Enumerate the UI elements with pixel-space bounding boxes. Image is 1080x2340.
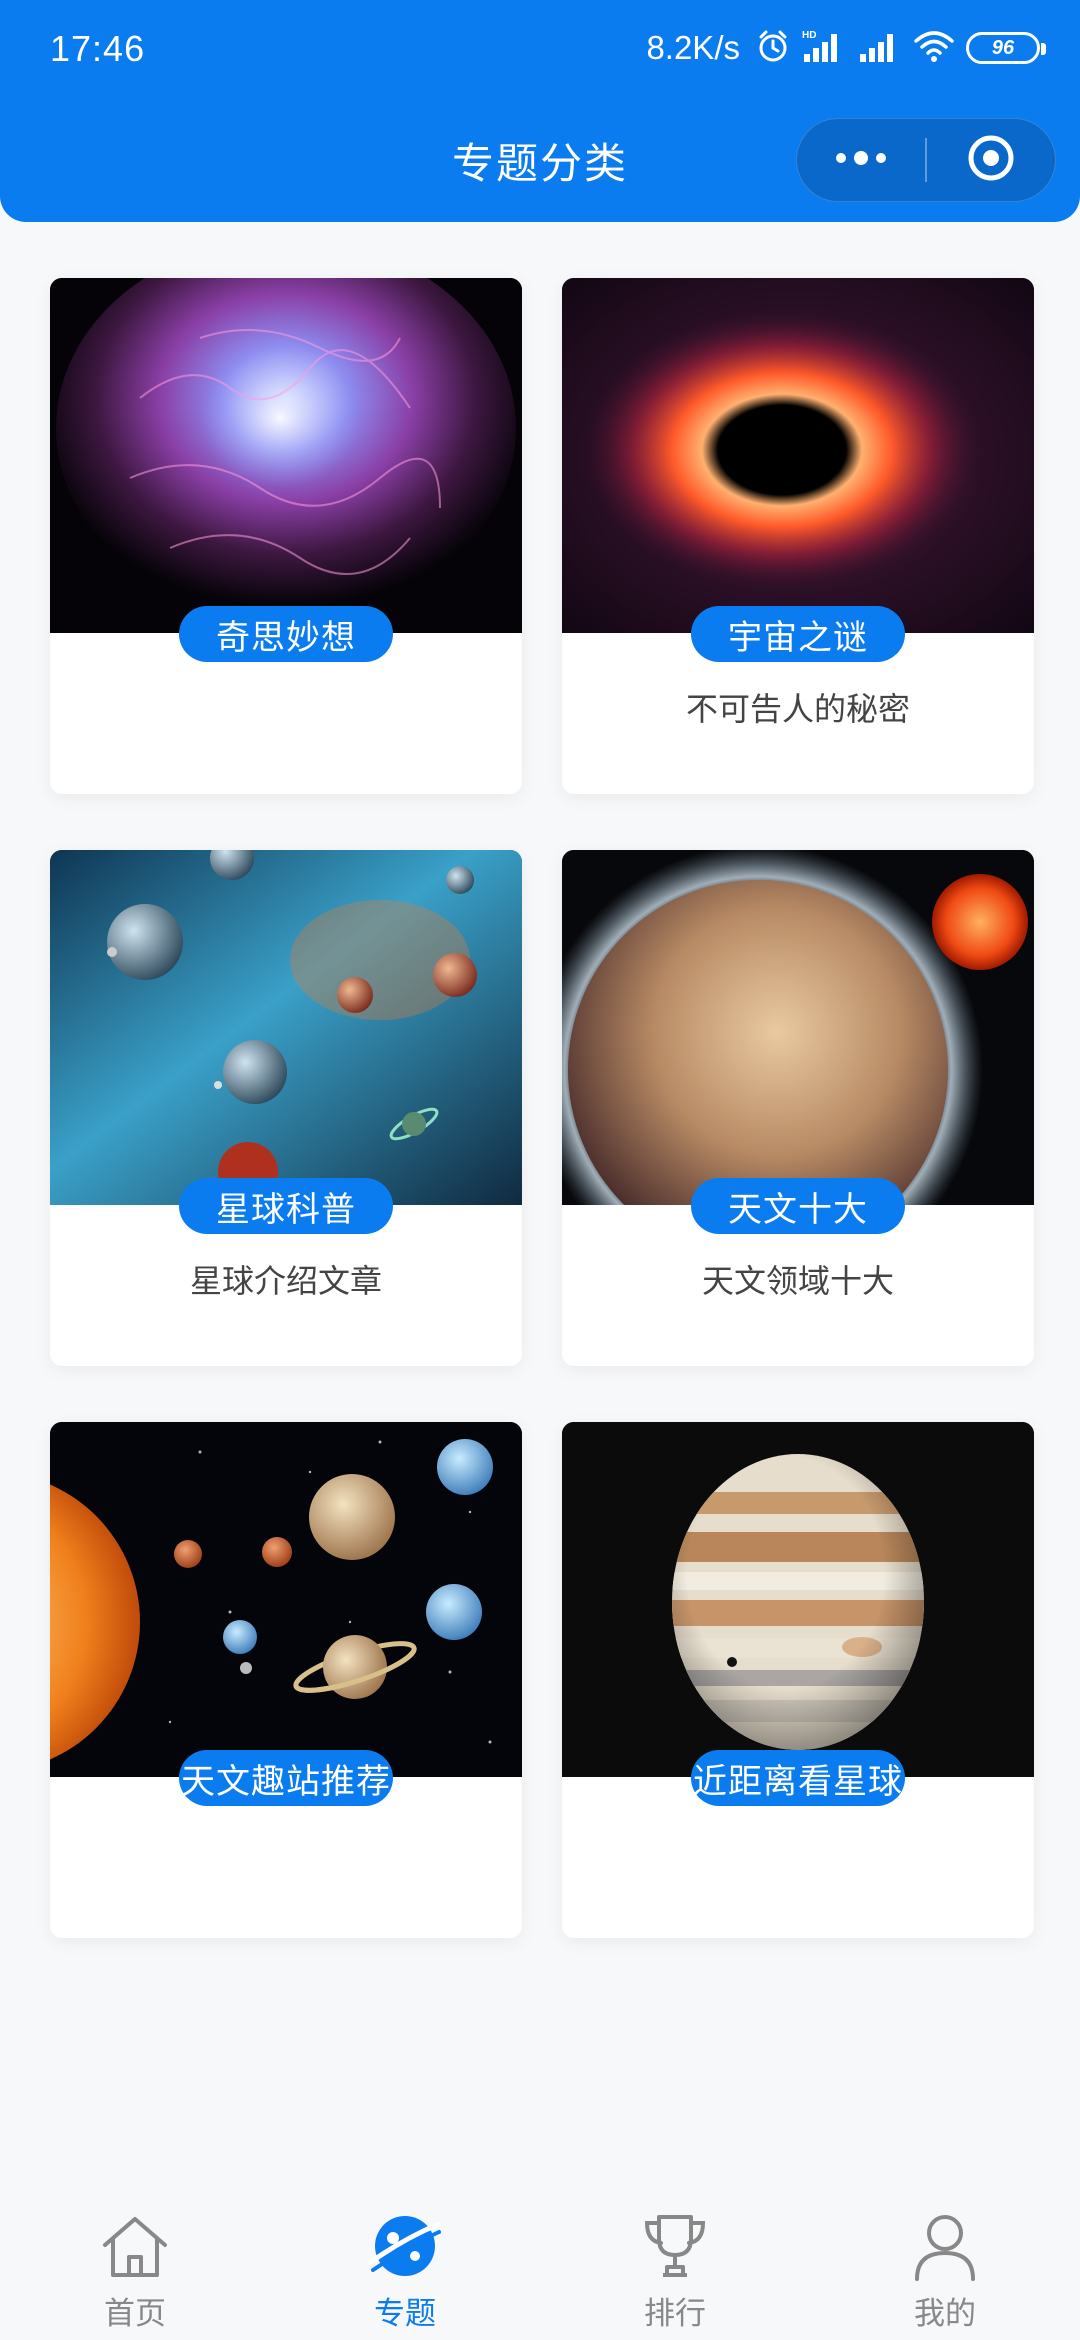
card-description: 不可告人的秘密 bbox=[685, 690, 910, 728]
miniprogram-capsule bbox=[796, 118, 1056, 202]
svg-text:HD: HD bbox=[802, 30, 816, 41]
tab-topics[interactable]: 专题 bbox=[325, 2190, 485, 2340]
tab-label: 排行 bbox=[644, 2296, 706, 2332]
jupiter-image bbox=[562, 1422, 1034, 1777]
trophy-icon bbox=[639, 2210, 711, 2282]
net-speed: 8.2K/s bbox=[646, 29, 740, 66]
signal-icon bbox=[858, 28, 902, 68]
tab-bar: 首页 专题 排行 我的 bbox=[0, 2190, 1080, 2340]
tab-label: 首页 bbox=[104, 2296, 166, 2332]
category-card-qisimiaoxiang[interactable]: 奇思妙想 bbox=[50, 278, 522, 794]
category-card-yuzhouzhimi[interactable]: 宇宙之谜 不可告人的秘密 bbox=[562, 278, 1034, 794]
card-description: 星球介绍文章 bbox=[189, 1262, 382, 1300]
category-card-jinjulikanxingqiu[interactable]: 近距离看星球 bbox=[562, 1422, 1034, 1938]
tab-home[interactable]: 首页 bbox=[55, 2190, 215, 2340]
planet-icon bbox=[369, 2210, 441, 2282]
card-tag: 近距离看星球 bbox=[691, 1750, 905, 1806]
card-tag: 天文十大 bbox=[691, 1178, 905, 1234]
nebula-image bbox=[50, 278, 522, 633]
status-bar: 17:46 8.2K/s HD 96 bbox=[0, 0, 1080, 100]
alarm-icon bbox=[756, 29, 790, 67]
battery-indicator: 96 bbox=[966, 32, 1046, 64]
wifi-icon bbox=[914, 29, 954, 67]
category-card-tianwenquzhantuijian[interactable]: 天文趣站推荐 bbox=[50, 1422, 522, 1938]
solar-system-image bbox=[50, 1422, 522, 1777]
planets-nebula-image bbox=[50, 850, 522, 1205]
card-tag: 奇思妙想 bbox=[179, 606, 393, 662]
status-time: 17:46 bbox=[50, 28, 146, 69]
card-description: 天文领域十大 bbox=[701, 1262, 894, 1300]
user-icon bbox=[913, 2210, 977, 2282]
tab-label: 我的 bbox=[914, 2296, 976, 2332]
hd-signal-icon: HD bbox=[802, 28, 846, 68]
status-right: 8.2K/s HD 96 bbox=[646, 26, 1046, 70]
tab-label: 专题 bbox=[374, 2296, 436, 2332]
tab-mine[interactable]: 我的 bbox=[865, 2190, 1025, 2340]
tab-ranking[interactable]: 排行 bbox=[595, 2190, 755, 2340]
category-card-tianwenshida[interactable]: 天文十大 天文领域十大 bbox=[562, 850, 1034, 1366]
target-close-icon bbox=[966, 133, 1016, 187]
card-tag: 天文趣站推荐 bbox=[179, 1750, 393, 1806]
home-icon bbox=[99, 2210, 171, 2282]
more-dots-icon bbox=[833, 150, 889, 170]
more-button[interactable] bbox=[797, 118, 925, 202]
card-tag: 星球科普 bbox=[179, 1178, 393, 1234]
category-card-xingqiukepu[interactable]: 星球科普 星球介绍文章 bbox=[50, 850, 522, 1366]
exoplanet-image bbox=[562, 850, 1034, 1205]
black-hole-image bbox=[562, 278, 1034, 633]
close-miniprogram-button[interactable] bbox=[927, 118, 1055, 202]
card-tag: 宇宙之谜 bbox=[691, 606, 905, 662]
header: 17:46 8.2K/s HD 96 专题分类 bbox=[0, 0, 1080, 222]
